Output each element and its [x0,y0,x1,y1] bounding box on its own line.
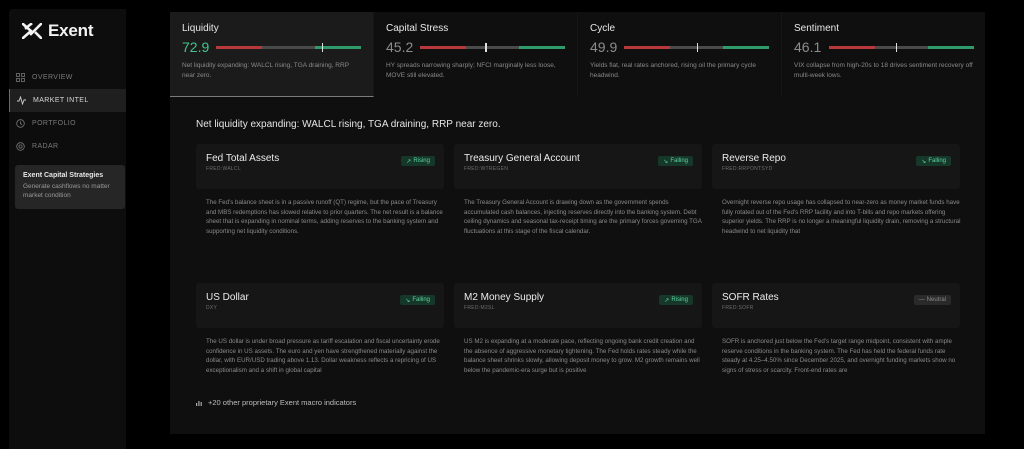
sidebar-item-label: OVERVIEW [32,74,73,81]
sidebar: Exent OVERVIEW MARKET INTEL PORTFOLIO RA… [9,9,126,449]
gauge-segment [518,45,565,49]
sidebar-item-radar[interactable]: RADAR [9,135,126,158]
tab-capital-stress[interactable]: Capital Stress 45.2 HY spreads narrowing… [374,12,578,97]
score-gauge [420,42,565,52]
clock-icon [16,119,25,128]
card-title: Fed Total Assets [206,153,280,164]
brand-logo[interactable]: Exent [22,21,93,41]
tab-sentiment[interactable]: Sentiment 46.1 VIX collapse from high-20… [782,12,986,97]
indicator-tabs: Liquidity 72.9 Net liquidity expanding: … [170,12,985,97]
sidebar-item-label: MARKET INTEL [33,97,89,104]
card-body: Overnight reverse repo usage has collaps… [722,199,961,235]
card-body: US M2 is expanding at a moderate pace, r… [464,338,700,374]
dash-icon: — [918,297,925,303]
score-gauge [829,42,974,52]
trend-up-icon: ↗ [406,158,412,165]
main-panel: Liquidity 72.9 Net liquidity expanding: … [170,12,985,434]
status-badge: ↘ Falling [400,295,435,305]
card-source: FRED:WTREGEN [464,166,509,172]
gauge-marker [895,42,898,52]
gauge-segment [420,45,467,49]
tab-cycle[interactable]: Cycle 49.9 Yields flat, real rates ancho… [578,12,782,97]
status-badge: ↘ Falling [916,156,951,166]
pulse-icon [17,96,26,105]
radar-icon [16,142,25,151]
gauge-marker [696,42,699,52]
card-body: SOFR is anchored just below the Fed's ta… [722,338,956,374]
card-source: FRED:RRPONTSYD [722,166,773,172]
tab-liquidity[interactable]: Liquidity 72.9 Net liquidity expanding: … [170,12,374,97]
tab-description: HY spreads narrowing sharply; NFCI margi… [386,62,556,79]
gauge-segment [624,45,671,49]
sidebar-nav: OVERVIEW MARKET INTEL PORTFOLIO RADAR [9,66,126,158]
section-headline: Net liquidity expanding: WALCL rising, T… [196,119,501,130]
promo-title: Exent Capital Strategies [23,172,104,179]
tab-description: VIX collapse from high-20s to 18 drives … [794,62,973,79]
status-badge: ↘ Falling [658,156,693,166]
sidebar-item-market-intel[interactable]: MARKET INTEL [9,89,126,112]
gauge-segment [466,45,519,49]
gauge-segment [875,45,928,49]
gauge-segment [722,45,769,49]
card-body: The Treasury General Account is drawing … [464,199,702,235]
status-badge: ↗ Rising [659,295,693,305]
trend-down-icon: ↘ [921,158,927,165]
card-source: FRED:WALCL [206,166,242,172]
tab-score: 72.9 [182,39,210,55]
sidebar-item-label: PORTFOLIO [32,120,76,127]
brand-name: Exent [48,21,94,40]
gauge-segment [829,45,876,49]
more-indicators-label: +20 other proprietary Exent macro indica… [208,398,357,407]
card-source: FRED:M2SL [464,305,495,311]
promo-card[interactable]: Exent Capital Strategies Generate cashfl… [15,165,125,209]
card-body: The Fed's balance sheet is in a passive … [206,199,443,235]
gauge-marker [321,42,324,52]
indicator-card-reverse-repo[interactable]: Reverse Repo FRED:RRPONTSYD ↘ Falling [712,144,960,189]
indicator-card-us-dollar[interactable]: US Dollar DXY ↘ Falling [196,283,444,328]
indicator-card-m2-money-supply[interactable]: M2 Money Supply FRED:M2SL ↗ Rising [454,283,702,328]
trend-down-icon: ↘ [663,158,669,165]
bar-chart-icon [196,400,202,406]
gauge-segment [262,45,315,49]
trend-up-icon: ↗ [664,297,670,304]
sidebar-item-portfolio[interactable]: PORTFOLIO [9,112,126,135]
tab-title: Capital Stress [386,23,449,34]
exent-logo-icon [22,23,42,39]
card-source: FRED:SOFR [722,305,754,311]
indicator-card-fed-total-assets[interactable]: Fed Total Assets FRED:WALCL ↗ Rising [196,144,444,189]
tab-score: 49.9 [590,39,618,55]
promo-description: Generate cashflows no matter market cond… [23,183,110,199]
trend-down-icon: ↘ [405,297,411,304]
score-gauge [624,42,769,52]
tab-score: 45.2 [386,39,414,55]
card-title: M2 Money Supply [464,292,545,303]
tab-title: Sentiment [794,23,840,34]
tab-description: Yields flat, real rates anchored, rising… [590,62,756,79]
tab-score: 46.1 [794,39,822,55]
gauge-marker [485,42,487,52]
tab-title: Cycle [590,23,616,34]
score-gauge [216,42,361,52]
gauge-segment [927,45,974,49]
status-badge: — Neutral [913,295,951,305]
card-body: The US dollar is under broad pressure as… [206,338,440,374]
gauge-segment [216,45,263,49]
tab-description: Net liquidity expanding: WALCL rising, T… [182,62,349,79]
sidebar-item-label: RADAR [32,143,59,150]
tab-title: Liquidity [182,23,219,34]
indicator-card-sofr-rates[interactable]: SOFR Rates FRED:SOFR — Neutral [712,283,960,328]
card-source: DXY [206,305,218,311]
grid-icon [16,73,25,82]
more-indicators-link[interactable]: +20 other proprietary Exent macro indica… [196,398,356,407]
indicator-card-treasury-general-account[interactable]: Treasury General Account FRED:WTREGEN ↘ F… [454,144,702,189]
sidebar-item-overview[interactable]: OVERVIEW [9,66,126,89]
status-badge: ↗ Rising [401,156,435,166]
